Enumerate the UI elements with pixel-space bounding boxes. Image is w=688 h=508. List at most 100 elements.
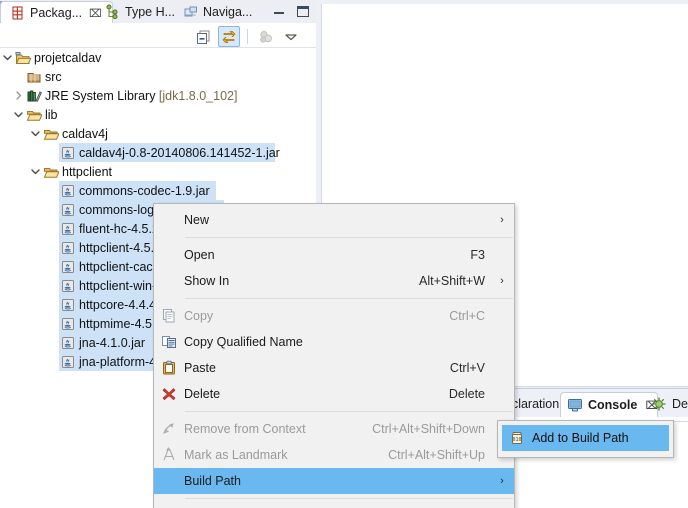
bottom-tab-label: Console [588,398,638,412]
jar-icon [59,257,77,276]
menu-item-open[interactable]: Open F3 [154,242,514,268]
bottom-tab-console[interactable]: Console ⌧ [560,392,658,417]
svg-text:010: 010 [512,437,521,443]
menu-item-shortcut: F3 [470,248,485,262]
tree-row-label: JRE System Library [jdk1.8.0_102] [43,89,237,103]
bottom-tab-de[interactable]: De [645,392,688,416]
view-toolbar-buttons [193,26,302,47]
menu-item-build-path[interactable]: Build Path › [154,468,514,494]
view-tabbar: Packag... ⌧ Type H... Naviga... [0,0,316,25]
focus-on-active-task-icon[interactable] [255,26,277,47]
menu-item-delete[interactable]: Delete Delete [154,381,514,407]
folder-icon [42,162,60,181]
menu-item-label: Open [184,248,215,262]
tree-row[interactable]: httpclient [0,162,316,181]
menu-item-shortcut: Ctrl+Alt+Shift+Up [388,448,485,462]
menu-item-label: Copy [184,309,214,323]
jar-icon [59,295,77,314]
type-hierarchy-icon [105,4,121,20]
tree-twisty-empty [45,295,59,314]
tree-row-label: httpclient [60,165,112,179]
jar-icon [59,333,77,352]
menu-item-import[interactable]: Import... [154,503,514,508]
menu-item-no-icon [154,242,184,268]
tree-twisty-empty [45,238,59,257]
menu-item-label: Remove from Context [184,422,306,436]
chevron-right-icon: › [500,475,504,487]
context-menu: New › Open F3 Show In Alt+Shift+W › Copy Ctrl+C C… [153,203,515,508]
menu-item-shortcut: Alt+Shift+W [419,274,485,288]
tree-row-name: projetcaldav [34,50,102,65]
tree-twisty-empty [45,219,59,238]
menu-separator [185,237,513,238]
paste-icon [154,355,184,381]
chevron-right-icon: › [500,275,504,287]
tree-row[interactable]: caldav4j [0,124,316,143]
menu-item-mark-as-landmark: Mark as Landmark Ctrl+Alt+Shift+Up [154,442,514,468]
menu-item-label: Build Path [184,474,241,488]
console-icon [567,397,583,413]
tree-row[interactable]: caldav4j-0.8-20140806.141452-1.jar [0,143,316,162]
menu-item-copy-qualified-name[interactable]: Copy Qualified Name [154,329,514,355]
jar-icon [59,181,77,200]
jar-icon [59,352,77,371]
tree-row[interactable]: src [0,67,316,86]
tree-row-name: caldav4j [62,126,108,141]
menu-item-label: Add to Build Path [532,431,629,445]
tree-row[interactable]: lib [0,105,316,124]
tree-row-suffix: [jdk1.8.0_102] [158,88,238,103]
tree-twisty-empty [45,352,59,371]
folder-icon [25,105,43,124]
tree-row-label: src [43,70,62,84]
tree-row[interactable]: commons-codec-1.9.jar [0,181,316,200]
chevron-down-icon[interactable] [0,48,14,67]
tree-row-label: commons-codec-1.9.jar [77,184,210,198]
menu-item-add-to-build-path[interactable]: 010 Add to Build Path [502,425,669,451]
tree-row-label: caldav4j [60,127,108,141]
link-with-editor-icon[interactable] [218,26,240,47]
library-icon [25,86,43,105]
maximize-icon[interactable] [296,4,310,18]
jar-icon [59,200,77,219]
jar-icon [59,219,77,238]
chevron-right-icon: › [500,214,504,226]
view-tab-navigator[interactable]: Naviga... [178,0,277,23]
menu-item-label: Show In [184,274,230,288]
chevron-down-icon[interactable] [11,105,25,124]
tree-row-name: lib [45,107,58,122]
tree-row-name: caldav4j-0.8-20140806.141452-1.jar [79,145,280,160]
menu-item-no-icon [154,268,184,294]
collapse-all-icon[interactable] [193,26,215,47]
tree-row[interactable]: JRE System Library [jdk1.8.0_102] [0,86,316,105]
view-tab-package-explorer[interactable]: Packag... ⌧ [0,1,113,25]
menu-item-show-in[interactable]: Show In Alt+Shift+W › [154,268,514,294]
copy-icon [154,303,184,329]
menu-separator [185,411,513,412]
menu-item-shortcut: Ctrl+Alt+Shift+Down [372,422,485,436]
folder-icon [42,124,60,143]
tree-twisty-empty [45,143,59,162]
menu-item-shortcut: Ctrl+C [449,309,485,323]
view-tab-label: Type H... [125,4,176,19]
menu-item-no-icon [154,468,184,494]
menu-item-paste[interactable]: Paste Ctrl+V [154,355,514,381]
view-menu-icon[interactable] [280,26,302,47]
chevron-right-icon[interactable] [11,86,25,105]
tree-row-label: lib [43,108,58,122]
tree-row-name: commons-codec-1.9.jar [79,183,210,198]
menu-separator [185,498,513,499]
menu-item-label: New [184,213,210,227]
chevron-down-icon[interactable] [28,162,42,181]
menu-item-label: Copy Qualified Name [184,335,303,349]
tree-row-name: httpclient [62,164,113,179]
build-path-submenu: 010 Add to Build Path [497,420,674,458]
remove-from-context-icon [154,416,184,442]
view-tab-label: Packag... [30,6,83,20]
jar-icon [59,143,77,162]
import-icon [154,503,184,508]
tree-row[interactable]: projetcaldav [0,48,316,67]
view-tab-type-hierarchy[interactable]: Type H... [100,0,189,23]
view-tab-label: Naviga... [203,4,253,19]
menu-item-new[interactable]: New › [154,207,514,233]
chevron-down-icon[interactable] [28,124,42,143]
